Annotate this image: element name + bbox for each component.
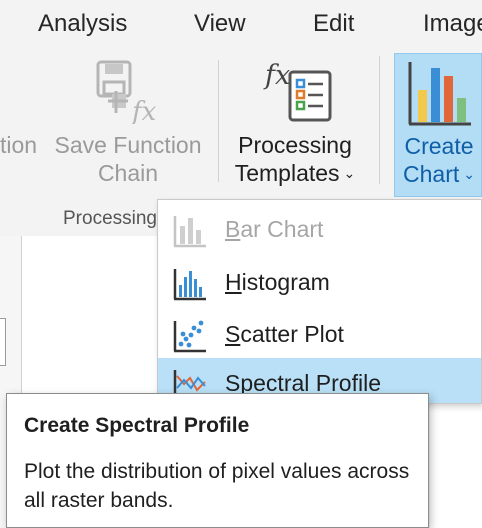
svg-text:fx: fx [263, 60, 290, 91]
menu-item-histogram[interactable]: Histogram [158, 257, 481, 308]
ribbon-tab-bar: Analysis View Edit Image [0, 0, 482, 50]
processing-templates-label-2: Templates [234, 160, 340, 186]
save-function-chain-icon: fx [94, 58, 160, 127]
save-function-chain-button[interactable]: Save Function Chain [52, 131, 204, 187]
side-panel-field[interactable] [0, 318, 6, 366]
svg-text:fx: fx [130, 97, 157, 124]
chevron-down-icon: ⌄ [343, 164, 356, 181]
save-function-chain-label-1: Save Function [54, 132, 202, 158]
ribbon-group-label: Processing [63, 208, 157, 229]
menu-item-label: Scatter Plot [225, 321, 344, 347]
menu-item-label: Bar Chart [225, 216, 324, 242]
create-chart-label-2: Chart [403, 161, 460, 187]
menu-item-scatter-plot[interactable]: Scatter Plot [158, 309, 481, 360]
tooltip-title: Create Spectral Profile [24, 414, 250, 437]
tab-view[interactable]: View [194, 10, 246, 38]
chevron-down-icon: ⌄ [463, 165, 475, 182]
tab-edit[interactable]: Edit [313, 10, 354, 38]
partial-function-button[interactable]: tion [0, 131, 37, 159]
processing-templates-icon: fx [262, 56, 336, 124]
processing-templates-label-1: Processing [238, 132, 352, 158]
create-chart-icon [408, 62, 471, 126]
bar-chart-icon [173, 216, 206, 248]
processing-templates-button[interactable]: Processing Templates ⌄ [226, 131, 364, 189]
menu-item-bar-chart[interactable]: Bar Chart [158, 204, 481, 255]
ribbon-separator [379, 56, 380, 184]
create-chart-label-1: Create [404, 133, 474, 159]
partial-function-label: tion [0, 132, 38, 158]
ribbon-separator [218, 60, 219, 182]
create-chart-button[interactable]: Create Chart ⌄ [394, 53, 482, 197]
create-chart-menu: Bar Chart Histogram Scatter Plot Spectra… [157, 199, 482, 404]
tooltip: Create Spectral Profile Plot the distrib… [6, 393, 429, 528]
histogram-icon [173, 269, 206, 301]
tab-imagery[interactable]: Image [423, 10, 482, 38]
tab-analysis[interactable]: Analysis [38, 10, 127, 38]
save-function-chain-label-2: Chain [97, 160, 159, 186]
menu-item-label: Histogram [225, 269, 330, 295]
scatter-plot-icon [173, 320, 206, 353]
map-view-edge [430, 400, 482, 528]
tooltip-description: Plot the distribution of pixel values ac… [24, 460, 410, 512]
